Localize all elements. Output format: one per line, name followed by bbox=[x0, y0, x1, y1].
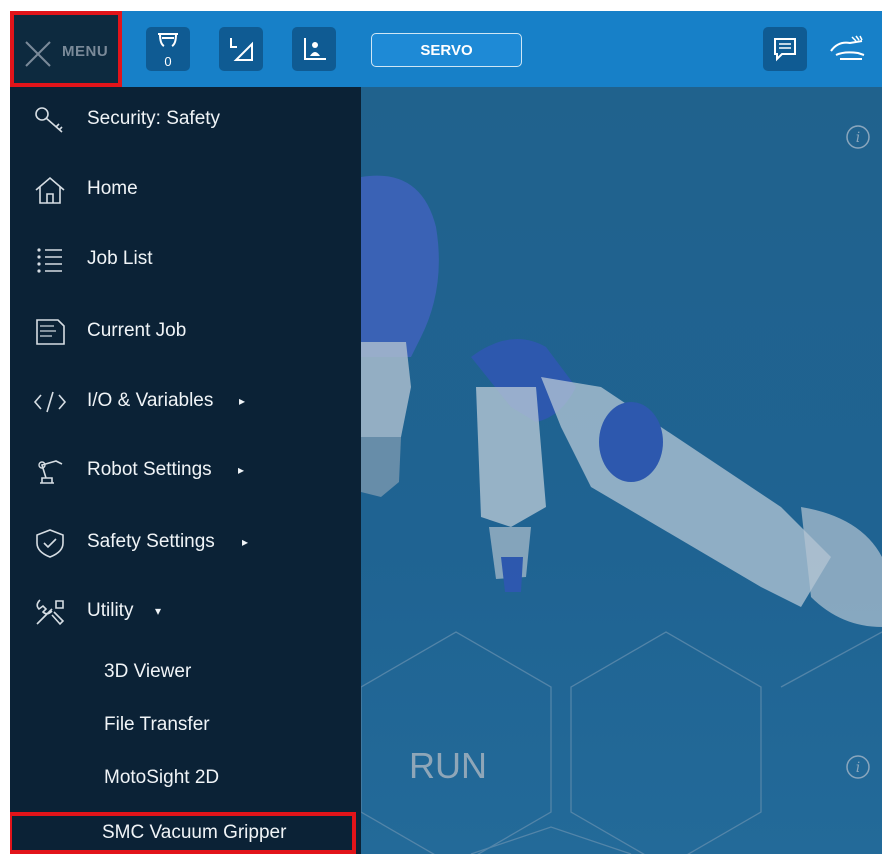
submenu-item-label: SMC Vacuum Gripper bbox=[102, 822, 287, 843]
menu-label: MENU bbox=[62, 43, 109, 60]
svg-text:i: i bbox=[856, 130, 860, 146]
messages-button[interactable] bbox=[763, 27, 807, 71]
info-icon[interactable]: i bbox=[845, 754, 871, 780]
expanded-arrow-icon: ▾ bbox=[155, 604, 162, 618]
submenu-arrow-icon: ▸ bbox=[239, 394, 246, 408]
submenu-arrow-icon: ▸ bbox=[242, 535, 249, 549]
menu-item-label: Job List bbox=[87, 248, 153, 269]
robot-arm-icon bbox=[38, 460, 63, 484]
menu-item-label: Safety Settings bbox=[87, 531, 215, 552]
home-icon bbox=[35, 176, 65, 204]
close-icon bbox=[25, 41, 51, 67]
frame-icon bbox=[230, 38, 253, 61]
message-icon bbox=[774, 38, 796, 62]
menu-item-home[interactable]: Home bbox=[10, 165, 361, 215]
menu-item-job-list[interactable]: Job List bbox=[10, 235, 361, 285]
menu-item-robot-settings[interactable]: Robot Settings ▸ bbox=[10, 446, 361, 496]
menu-item-label: Current Job bbox=[87, 320, 187, 341]
shield-check-icon bbox=[36, 529, 64, 558]
info-icon[interactable]: i bbox=[845, 124, 871, 150]
menu-item-label: Home bbox=[87, 178, 138, 199]
tool-select-button[interactable]: 0 bbox=[146, 27, 190, 71]
menu-item-safety-settings[interactable]: Safety Settings ▸ bbox=[10, 518, 361, 568]
submenu-arrow-icon: ▸ bbox=[238, 463, 245, 477]
top-bar: MENU 0 SERVO bbox=[10, 11, 882, 87]
menu-item-label: I/O & Variables bbox=[87, 390, 214, 411]
robot-background-image bbox=[361, 175, 882, 854]
svg-text:i: i bbox=[856, 760, 860, 776]
menu-item-security[interactable]: Security: Safety bbox=[10, 95, 361, 145]
menu-item-io-variables[interactable]: I/O & Variables ▸ bbox=[10, 377, 361, 427]
submenu-item-label: 3D Viewer bbox=[104, 661, 192, 682]
submenu-item-label: MotoSight 2D bbox=[104, 767, 220, 788]
frame-select-button[interactable] bbox=[219, 27, 263, 71]
submenu-item-smc-vacuum-gripper[interactable]: SMC Vacuum Gripper bbox=[10, 812, 356, 854]
submenu-item-file-transfer[interactable]: File Transfer bbox=[10, 704, 361, 748]
hand-guide-icon[interactable] bbox=[828, 33, 868, 65]
menu-item-label: Security: Safety bbox=[87, 108, 221, 129]
user-frame-icon bbox=[304, 38, 326, 60]
menu-item-label: Utility bbox=[87, 600, 134, 621]
submenu-item-label: File Transfer bbox=[104, 714, 210, 735]
tool-number: 0 bbox=[164, 54, 172, 69]
side-menu: Security: Safety Home Job List Current J… bbox=[10, 87, 361, 854]
submenu-item-motosight-2d[interactable]: MotoSight 2D bbox=[10, 757, 361, 801]
tools-icon bbox=[36, 599, 65, 626]
submenu-item-3d-viewer[interactable]: 3D Viewer bbox=[10, 651, 361, 695]
menu-item-utility[interactable]: Utility ▾ bbox=[10, 587, 361, 637]
job-file-icon bbox=[36, 319, 65, 345]
home-content: i i RUN bbox=[361, 87, 882, 854]
pendant-window: MENU 0 SERVO i i RUN Security: Safety Ho… bbox=[10, 11, 882, 854]
run-tile-label[interactable]: RUN bbox=[409, 745, 487, 787]
servo-button[interactable]: SERVO bbox=[371, 33, 522, 67]
menu-toggle-button[interactable]: MENU bbox=[10, 11, 122, 87]
menu-item-label: Robot Settings bbox=[87, 459, 212, 480]
user-frame-button[interactable] bbox=[292, 27, 336, 71]
menu-item-current-job[interactable]: Current Job bbox=[10, 307, 361, 357]
code-icon bbox=[33, 391, 67, 413]
key-icon bbox=[35, 107, 63, 133]
list-icon bbox=[37, 248, 62, 273]
